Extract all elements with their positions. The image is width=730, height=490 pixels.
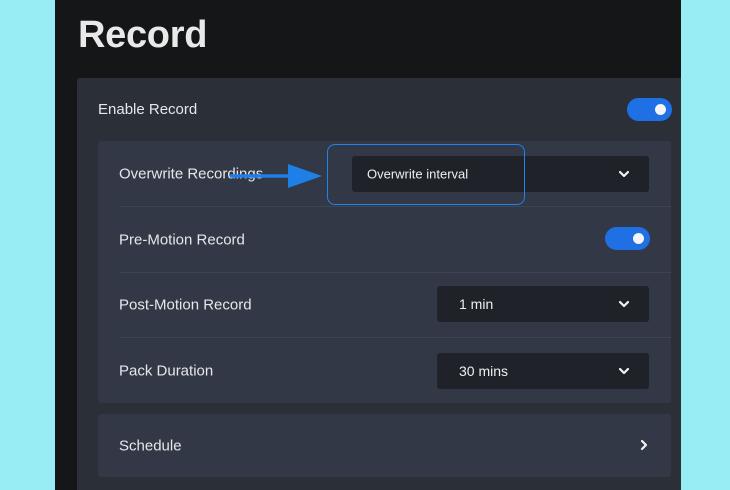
chevron-right-icon xyxy=(640,439,648,451)
schedule-row[interactable]: Schedule xyxy=(98,414,671,477)
chevron-down-icon xyxy=(618,300,630,308)
pack-duration-row: Pack Duration 30 mins xyxy=(119,338,671,403)
page-title: Record xyxy=(78,14,208,56)
post-motion-record-label: Post-Motion Record xyxy=(119,296,252,313)
pack-duration-label: Pack Duration xyxy=(119,362,214,379)
toggle-knob xyxy=(655,104,666,115)
chevron-down-icon xyxy=(618,367,630,375)
enable-record-toggle[interactable] xyxy=(627,98,672,121)
pre-motion-record-label: Pre-Motion Record xyxy=(119,231,245,248)
overwrite-recordings-label: Overwrite Recordings xyxy=(119,165,264,182)
toggle-knob xyxy=(633,233,644,244)
chevron-down-icon xyxy=(618,170,630,178)
overwrite-recordings-row: Overwrite Recordings Overwrite interval xyxy=(119,141,671,207)
enable-record-label: Enable Record xyxy=(98,101,198,118)
post-motion-record-select[interactable]: 1 min xyxy=(437,286,649,322)
record-options-group: Overwrite Recordings Overwrite interval … xyxy=(98,141,671,403)
record-settings-window: Record Enable Record Overwrite Recording… xyxy=(55,0,681,490)
post-motion-record-row: Post-Motion Record 1 min xyxy=(119,272,671,338)
pre-motion-record-toggle[interactable] xyxy=(605,227,650,250)
pack-duration-select[interactable]: 30 mins xyxy=(437,353,649,389)
pre-motion-record-row: Pre-Motion Record xyxy=(119,207,671,273)
schedule-label: Schedule xyxy=(119,437,182,454)
overwrite-recordings-value: Overwrite interval xyxy=(367,166,469,182)
overwrite-recordings-select[interactable]: Overwrite interval xyxy=(352,156,649,192)
post-motion-record-value: 1 min xyxy=(459,296,494,312)
pack-duration-value: 30 mins xyxy=(459,363,509,379)
record-settings-panel: Enable Record Overwrite Recordings Overw… xyxy=(77,78,681,490)
